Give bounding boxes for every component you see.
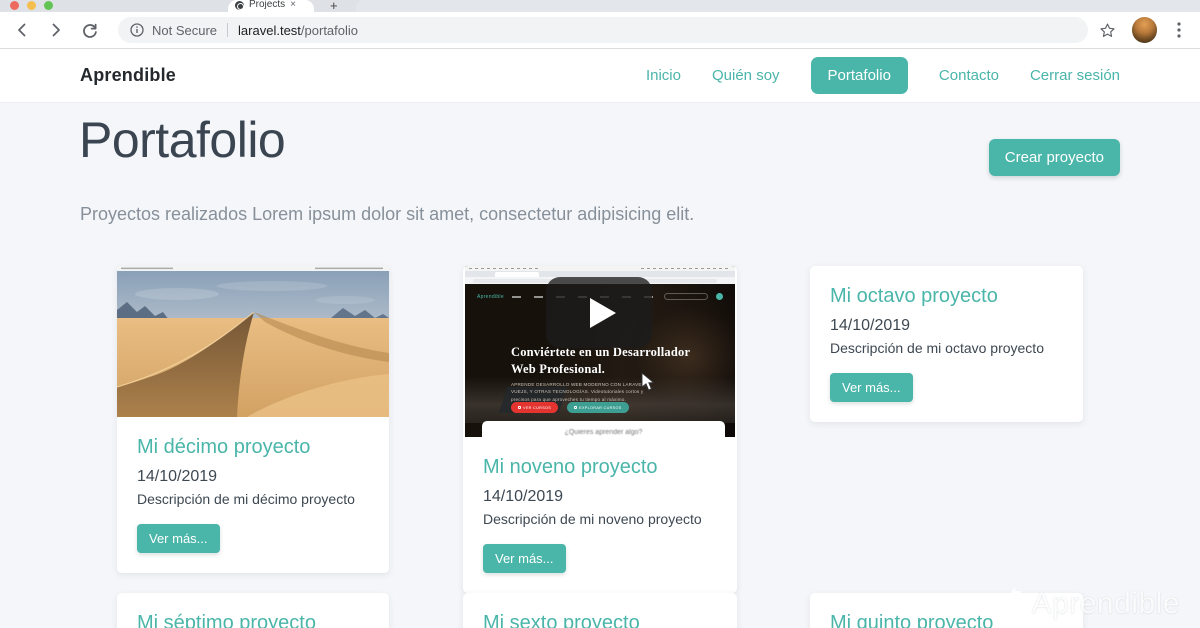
project-card: Mi décimo proyecto 14/10/2019 Descripció… [117,266,389,573]
security-label: Not Secure [152,22,218,38]
card-title[interactable]: Mi séptimo proyecto [137,612,369,628]
browser-toolbar: Not Secure laravel.test /portafolio [0,12,1200,49]
watermark: Aprendible [991,584,1180,624]
profile-avatar[interactable] [1131,17,1158,43]
card-title[interactable]: Mi sexto proyecto [483,612,717,628]
url-path: /portafolio [300,22,359,38]
tab-strip: Projects × + [0,0,1200,13]
play-icon [590,297,616,328]
close-window-button[interactable] [10,1,19,10]
video-red-button: VER CURSOS [511,402,559,413]
site-nav: Inicio Quién soy Portafolio Contacto Cer… [646,57,1120,94]
watermark-text: Aprendible [1031,587,1180,620]
project-card: Mi séptimo proyecto [117,593,389,628]
video-headline: Conviértete en un Desarrollador Web Prof… [511,345,691,376]
card-date: 14/10/2019 [137,468,218,485]
video-avatar-dot [716,293,723,300]
nav-item-inicio[interactable]: Inicio [646,67,681,84]
minimize-window-button[interactable] [27,1,36,10]
url-host: laravel.test [238,22,301,38]
play-button[interactable] [546,277,652,348]
mouse-cursor-icon [641,372,655,391]
forward-button[interactable] [46,20,66,40]
page-title: Portafolio [79,112,286,168]
desert-photo [117,266,389,417]
tab-title: Projects [249,0,286,10]
site-logo-text[interactable]: Aprendible [80,65,176,86]
traffic-lights [10,1,53,10]
back-button[interactable] [12,20,32,40]
omnibox-divider [227,23,229,37]
card-description: Descripción de mi noveno proyecto [483,511,702,527]
video-subtext: APRENDE DESARROLLO WEB MODERNO CON LARAV… [511,382,646,402]
project-card: Aprendible Conviértete en un Desarrollad… [463,266,737,593]
video-thumbnail[interactable]: Aprendible Conviértete en un Desarrollad… [465,266,735,437]
page-subtitle: Proyectos realizados Lorem ipsum dolor s… [80,204,695,224]
nav-item-contacto[interactable]: Contacto [939,67,999,84]
bookmark-star-icon[interactable] [1098,21,1117,40]
browser-window: Projects × + Not Secure laravel.test /po… [0,0,1200,628]
info-icon[interactable] [130,23,144,37]
new-tab-button[interactable]: + [330,0,338,13]
address-bar[interactable]: Not Secure laravel.test /portafolio [118,17,1088,43]
ver-mas-button[interactable]: Ver más... [137,524,220,553]
nav-item-cerrar-sesion[interactable]: Cerrar sesión [1030,67,1120,84]
reload-button[interactable] [80,20,100,40]
nav-item-quien-soy[interactable]: Quién soy [712,67,780,84]
site-header: Aprendible Inicio Quién soy Portafolio C… [0,49,1200,103]
card-body: Mi décimo proyecto 14/10/2019 Descripció… [117,417,389,573]
nav-item-portafolio[interactable]: Portafolio [810,57,908,94]
card-description: Descripción de mi décimo proyecto [137,491,355,507]
create-project-button[interactable]: Crear proyecto [988,139,1120,176]
globe-favicon-icon [235,0,244,10]
tab-close-icon[interactable]: × [290,0,296,10]
card-body: Mi noveno proyecto 14/10/2019 Descripció… [463,437,737,593]
video-cta-buttons: VER CURSOS EXPLORAR CURSOS [511,402,629,413]
project-card: Mi sexto proyecto [463,593,737,628]
card-title[interactable]: Mi octavo proyecto [830,285,1063,308]
browser-tab[interactable]: Projects × [228,0,314,12]
card-title[interactable]: Mi décimo proyecto [137,436,369,459]
ver-mas-button[interactable]: Ver más... [830,373,913,402]
aprendible-logo-icon [992,587,1021,623]
main-content: Portafolio Crear proyecto Proyectos real… [0,103,1200,628]
project-card: Mi octavo proyecto 14/10/2019 Descripció… [810,266,1083,422]
video-search-box [664,293,708,300]
zoom-window-button[interactable] [44,1,53,10]
card-description: Descripción de mi octavo proyecto [830,340,1044,356]
tab-strip-background [356,0,1200,12]
card-date: 14/10/2019 [830,317,911,334]
ver-mas-button[interactable]: Ver más... [483,544,566,573]
browser-menu-button[interactable] [1170,21,1188,39]
card-date: 14/10/2019 [483,488,564,505]
video-teal-button: EXPLORAR CURSOS [567,402,629,413]
card-title[interactable]: Mi noveno proyecto [483,456,717,479]
card-body: Mi octavo proyecto 14/10/2019 Descripció… [810,266,1083,422]
video-bottom-panel: ¿Quieres aprender algo? [482,421,725,437]
video-site-brand: Aprendible [477,293,504,300]
